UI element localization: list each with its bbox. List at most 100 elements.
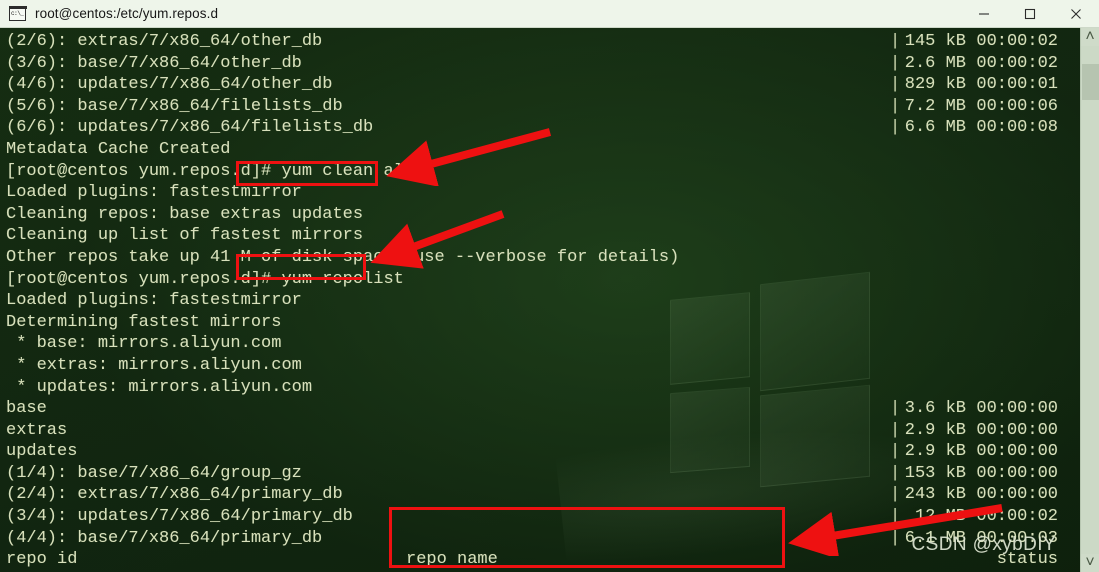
download-size-cell: 3.6 kB <box>904 399 966 419</box>
terminal-line: (4/6): updates/7/x86_64/other_db | 829 kB 0… <box>2 74 1080 96</box>
terminal-line: * extras: mirrors.aliyun.com <box>2 355 1080 377</box>
terminal-line: (2/6): extras/7/x86_64/other_db | 145 kB 00… <box>2 31 1080 53</box>
download-size-cell: 2.9 kB <box>904 442 966 462</box>
download-time-cell: 00:00:00 <box>976 463 1058 483</box>
terminal-line-text: (2/6): extras/7/x86_64/other_db <box>6 32 323 51</box>
download-size-cell: 2.6 MB <box>904 53 966 73</box>
terminal-line-text: extras <box>6 420 68 440</box>
terminal-line-text: Cleaning repos: base extras updates <box>6 204 364 224</box>
download-time-cell: 00:00:00 <box>976 399 1058 419</box>
terminal-line: (6/6): updates/7/x86_64/filelists_db | 6.6… <box>2 117 1080 139</box>
terminal-line-text: (1/4): base/7/x86_64/group_gz <box>6 463 302 483</box>
close-button[interactable] <box>1053 0 1099 28</box>
download-size-cell: 6.6 MB <box>904 118 966 138</box>
scrollbar-track[interactable] <box>1081 46 1099 554</box>
terminal-line: Cleaning repos: base extras updates <box>2 204 1080 226</box>
terminal-line-text: Metadata Cache Created <box>6 139 231 159</box>
terminal-line: base | 3.6 kB 00:00:00 <box>2 398 1080 420</box>
terminal-line: Loaded plugins: fastestmirror <box>2 182 1080 204</box>
download-time-cell: 00:00:00 <box>976 485 1058 505</box>
scroll-up-icon[interactable]: ˄ <box>1080 28 1099 46</box>
scroll-down-icon[interactable]: ˅ <box>1080 554 1099 572</box>
progress-separator: | <box>890 118 901 138</box>
terminal-line: (1/4): base/7/x86_64/group_gz | 153 kB 00:0… <box>2 463 1080 485</box>
progress-separator: | <box>890 463 901 483</box>
terminal-line: * base: mirrors.aliyun.com <box>2 333 1080 355</box>
terminal-line: * updates: mirrors.aliyun.com <box>2 377 1080 399</box>
terminal-line-text: Loaded plugins: fastestmirror <box>6 183 302 203</box>
progress-separator: | <box>890 442 901 462</box>
terminal-line: updates | 2.9 kB 00:00:00 <box>2 441 1080 463</box>
download-size-cell: 7.2 MB <box>904 96 966 116</box>
terminal-line-text: Other repos take up 41 M of disk space (… <box>6 247 680 267</box>
terminal-line: Metadata Cache Created <box>2 139 1080 161</box>
terminal-body: (2/6): extras/7/x86_64/other_db | 145 kB 00… <box>0 28 1099 572</box>
download-time-cell: 00:00:02 <box>976 53 1058 73</box>
terminal-line: [root@centos yum.repos.d]# yum clean all <box>2 161 1080 183</box>
window-titlebar[interactable]: root@centos:/etc/yum.repos.d <box>0 0 1099 28</box>
terminal-line: (5/6): base/7/x86_64/filelists_db | 7.2 MB… <box>2 96 1080 118</box>
terminal-line-text: (3/4): updates/7/x86_64/primary_db <box>6 507 353 527</box>
download-time-cell: 00:00:00 <box>976 420 1058 440</box>
terminal-line-text: * updates: mirrors.aliyun.com <box>6 377 313 397</box>
download-time-cell: 00:00:08 <box>976 118 1058 138</box>
download-size-cell: 12 MB <box>914 507 966 527</box>
download-time-cell: 00:00:00 <box>976 442 1058 462</box>
terminal-line-text: base <box>6 399 47 419</box>
terminal-line-text: (3/6): base/7/x86_64/other_db <box>6 53 302 73</box>
terminal-line-text: [root@centos yum.repos.d]# yum repolist <box>6 269 404 289</box>
terminal-screen[interactable]: (2/6): extras/7/x86_64/other_db | 145 kB 00… <box>0 28 1080 572</box>
terminal-line: (2/4): extras/7/x86_64/primary_db | 243 kB… <box>2 484 1080 506</box>
vertical-scrollbar[interactable]: ˄ ˅ <box>1080 28 1099 572</box>
terminal-line-text: (5/6): base/7/x86_64/filelists_db <box>6 96 343 116</box>
terminal-line-text: (4/4): base/7/x86_64/primary_db <box>6 528 323 548</box>
download-time-cell: 00:00:02 <box>976 507 1058 527</box>
csdn-watermark: CSDN @xybDIY <box>911 534 1056 555</box>
terminal-line-text: * extras: mirrors.aliyun.com <box>6 355 302 375</box>
progress-separator: | <box>890 96 901 116</box>
terminal-line: Determining fastest mirrors <box>2 312 1080 334</box>
terminal-line-text: Loaded plugins: fastestmirror <box>6 291 302 311</box>
progress-separator: | <box>890 420 901 440</box>
terminal-line: (3/6): base/7/x86_64/other_db | 2.6 MB 00:0… <box>2 53 1080 75</box>
terminal-line-text: updates <box>6 442 78 462</box>
progress-separator: | <box>890 53 901 73</box>
download-time-cell: 00:00:06 <box>976 96 1058 116</box>
console-icon <box>8 5 27 21</box>
progress-separator: | <box>890 75 901 95</box>
terminal-line-text: Cleaning up list of fastest mirrors <box>6 226 364 246</box>
terminal-line-text: (2/4): extras/7/x86_64/primary_db <box>6 485 343 505</box>
download-time-cell: 00:00:02 <box>976 32 1058 51</box>
download-size-cell: 145 kB <box>904 32 966 51</box>
terminal-line-text: * base: mirrors.aliyun.com <box>6 334 282 354</box>
repo-name-cell: repo name <box>406 550 498 570</box>
progress-separator: | <box>890 528 901 548</box>
terminal-line-text: (6/6): updates/7/x86_64/filelists_db <box>6 118 374 138</box>
progress-separator: | <box>890 485 901 505</box>
terminal-line: Loaded plugins: fastestmirror <box>2 290 1080 312</box>
scrollbar-thumb[interactable] <box>1081 64 1099 100</box>
terminal-line: (3/4): updates/7/x86_64/primary_db | 12 MB… <box>2 506 1080 528</box>
window-controls <box>961 0 1099 28</box>
download-size-cell: 243 kB <box>904 485 966 505</box>
terminal-output: (2/6): extras/7/x86_64/other_db | 145 kB 00… <box>0 28 1080 572</box>
window-title: root@centos:/etc/yum.repos.d <box>35 6 219 21</box>
terminal-line-text: (4/6): updates/7/x86_64/other_db <box>6 75 333 95</box>
terminal-line-text: Determining fastest mirrors <box>6 312 282 332</box>
download-time-cell: 00:00:01 <box>976 75 1058 95</box>
terminal-window: root@centos:/etc/yum.repos.d <box>0 0 1099 572</box>
terminal-line: Cleaning up list of fastest mirrors <box>2 225 1080 247</box>
terminal-line-text: repo id <box>6 550 78 570</box>
terminal-line-text: [root@centos yum.repos.d]# yum clean all <box>6 161 415 181</box>
terminal-line: [root@centos yum.repos.d]# yum repolist <box>2 269 1080 291</box>
minimize-button[interactable] <box>961 0 1007 28</box>
download-size-cell: 829 kB <box>904 75 966 95</box>
progress-separator: | <box>890 32 901 51</box>
download-size-cell: 153 kB <box>904 463 966 483</box>
maximize-button[interactable] <box>1007 0 1053 28</box>
download-size-cell: 2.9 kB <box>904 420 966 440</box>
terminal-line: extras | 2.9 kB 00:00:00 <box>2 420 1080 442</box>
progress-separator: | <box>890 399 901 419</box>
progress-separator: | <box>890 507 901 527</box>
terminal-line: Other repos take up 41 M of disk space (… <box>2 247 1080 269</box>
